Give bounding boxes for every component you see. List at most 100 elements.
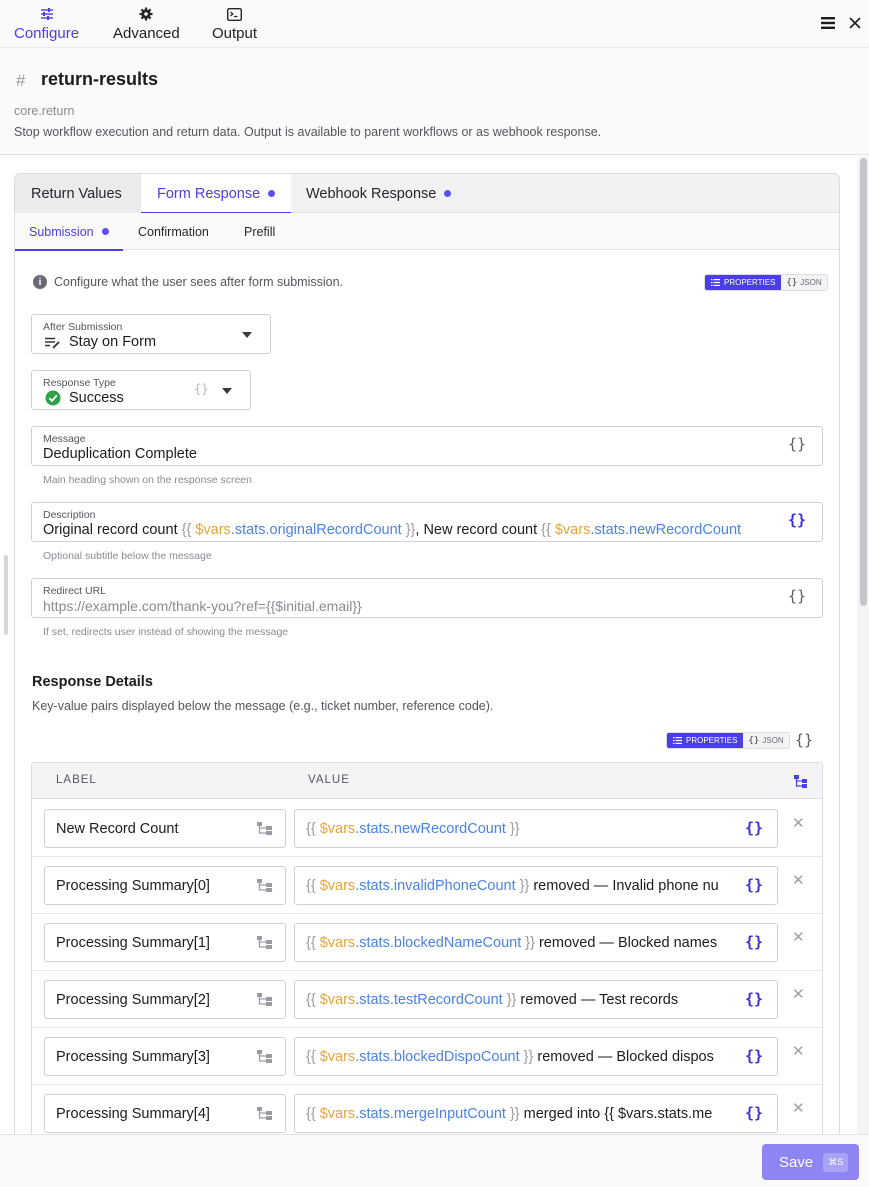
template-variable: $vars bbox=[554, 522, 591, 538]
expression-editor-icon[interactable]: {} bbox=[795, 731, 813, 749]
template-path: .stats. bbox=[355, 935, 394, 951]
template-open: {{ bbox=[306, 1106, 320, 1122]
tab-return-values[interactable]: Return Values bbox=[15, 174, 141, 213]
menu-icon[interactable] bbox=[821, 16, 835, 34]
save-button[interactable]: Save ⌘S bbox=[762, 1144, 859, 1180]
tab-confirmation-label: Confirmation bbox=[138, 224, 209, 239]
close-icon[interactable] bbox=[849, 16, 861, 34]
description-text: Original record count bbox=[43, 522, 182, 538]
row-label-input[interactable]: New Record Count bbox=[44, 809, 286, 848]
remove-row-icon[interactable]: ✕ bbox=[792, 1099, 805, 1117]
row-value-text: {{ $vars.stats.blockedDispoCount }} remo… bbox=[306, 1049, 736, 1065]
properties-label: PROPERTIES bbox=[686, 736, 738, 745]
form-edit-icon bbox=[45, 336, 60, 354]
tree-icon[interactable] bbox=[257, 993, 272, 1011]
row-label-text: Processing Summary[0] bbox=[56, 878, 210, 894]
expression-editor-icon[interactable]: {} bbox=[745, 1104, 763, 1122]
description-text: , New record count bbox=[415, 522, 542, 538]
tab-output[interactable]: Output bbox=[212, 6, 257, 42]
tab-output-label: Output bbox=[212, 25, 258, 42]
json-label: JSON bbox=[800, 278, 822, 287]
description-value[interactable]: Original record count {{ $vars.stats.ori… bbox=[43, 522, 771, 538]
row-value-input[interactable]: {{ $vars.stats.blockedNameCount }} remov… bbox=[294, 923, 778, 962]
message-value[interactable]: Deduplication Complete bbox=[43, 446, 197, 462]
redirect-url-field[interactable]: Redirect URL https://example.com/thank-y… bbox=[31, 578, 823, 618]
tab-advanced[interactable]: Advanced bbox=[113, 6, 180, 42]
remove-row-icon[interactable]: ✕ bbox=[792, 985, 805, 1003]
expression-editor-icon[interactable]: {} bbox=[745, 876, 763, 894]
node-description: Stop workflow execution and return data.… bbox=[14, 125, 602, 139]
remove-row-icon[interactable]: ✕ bbox=[792, 871, 805, 889]
gear-icon bbox=[138, 6, 154, 22]
tab-submission[interactable]: Submission bbox=[15, 213, 123, 251]
properties-view-button[interactable]: PROPERTIES bbox=[667, 733, 744, 748]
expression-editor-icon[interactable]: {} bbox=[745, 933, 763, 951]
node-title[interactable]: return-results bbox=[41, 69, 158, 90]
row-value-input[interactable]: {{ $vars.stats.blockedDispoCount }} remo… bbox=[294, 1037, 778, 1076]
template-property: blockedDispoCount bbox=[393, 1049, 520, 1065]
row-value-input[interactable]: {{ $vars.stats.testRecordCount }} remove… bbox=[294, 980, 778, 1019]
redirect-url-placeholder[interactable]: https://example.com/thank-you?ref={{$ini… bbox=[43, 598, 362, 614]
template-path: .stats. bbox=[355, 1049, 394, 1065]
active-tab-indicator bbox=[15, 249, 123, 251]
info-row: i Configure what the user sees after for… bbox=[33, 275, 343, 289]
tab-prefill[interactable]: Prefill bbox=[230, 213, 289, 250]
after-submission-select[interactable]: After Submission Stay on Form bbox=[31, 314, 271, 354]
template-variable: $vars bbox=[319, 1049, 356, 1065]
section-tab-bar: Return Values Form Response Webhook Resp… bbox=[15, 174, 839, 214]
remove-row-icon[interactable]: ✕ bbox=[792, 814, 805, 832]
resize-handle[interactable] bbox=[4, 555, 8, 635]
tree-view-icon[interactable] bbox=[794, 775, 807, 793]
tree-icon[interactable] bbox=[257, 822, 272, 840]
properties-view-button[interactable]: PROPERTIES bbox=[705, 275, 782, 290]
json-view-button[interactable]: {} JSON bbox=[781, 275, 827, 290]
message-field[interactable]: Message Deduplication Complete {} bbox=[31, 426, 823, 466]
scrollbar-thumb[interactable] bbox=[860, 158, 867, 606]
template-property: blockedNameCount bbox=[393, 935, 522, 951]
description-field[interactable]: Description Original record count {{ $va… bbox=[31, 502, 823, 542]
tree-icon[interactable] bbox=[257, 879, 272, 897]
tab-confirmation[interactable]: Confirmation bbox=[124, 213, 223, 250]
response-details-table: LABEL VALUE New Record Count{{ $vars.sta… bbox=[31, 762, 823, 1172]
row-label-input[interactable]: Processing Summary[3] bbox=[44, 1037, 286, 1076]
template-variable: $vars bbox=[319, 992, 356, 1008]
template-variable: $vars bbox=[319, 878, 356, 894]
remove-row-icon[interactable]: ✕ bbox=[792, 1042, 805, 1060]
response-type-select[interactable]: Response Type Success {} bbox=[31, 370, 251, 410]
message-hint: Main heading shown on the response scree… bbox=[43, 474, 252, 486]
tab-form-response[interactable]: Form Response bbox=[141, 174, 292, 214]
row-value-input[interactable]: {{ $vars.stats.newRecordCount }} {} bbox=[294, 809, 778, 848]
template-close: }} bbox=[519, 1049, 534, 1065]
template-path: .stats. bbox=[355, 992, 394, 1008]
template-path: .stats. bbox=[590, 522, 630, 538]
expression-editor-icon[interactable]: {} bbox=[788, 435, 806, 453]
remove-row-icon[interactable]: ✕ bbox=[792, 928, 805, 946]
tab-configure[interactable]: Configure bbox=[14, 6, 80, 50]
template-path: .stats. bbox=[355, 821, 394, 837]
tree-icon[interactable] bbox=[257, 936, 272, 954]
row-label-input[interactable]: Processing Summary[0] bbox=[44, 866, 286, 905]
row-label-input[interactable]: Processing Summary[2] bbox=[44, 980, 286, 1019]
expression-editor-icon[interactable]: {} bbox=[745, 990, 763, 1008]
chevron-down-icon bbox=[242, 332, 252, 338]
row-value-input[interactable]: {{ $vars.stats.mergeInputCount }} merged… bbox=[294, 1094, 778, 1133]
after-submission-label: After Submission bbox=[43, 321, 123, 333]
tab-webhook-response[interactable]: Webhook Response bbox=[290, 174, 467, 213]
response-type-value: Success bbox=[69, 390, 124, 406]
expression-editor-icon[interactable]: {} bbox=[788, 511, 806, 529]
expression-editor-icon[interactable]: {} bbox=[788, 587, 806, 605]
tree-icon[interactable] bbox=[257, 1050, 272, 1068]
description-label: Description bbox=[43, 509, 96, 521]
template-close: }} bbox=[502, 992, 517, 1008]
tree-icon[interactable] bbox=[257, 1107, 272, 1125]
row-label-text: Processing Summary[2] bbox=[56, 992, 210, 1008]
expression-toggle-icon[interactable]: {} bbox=[194, 382, 208, 396]
row-label-input[interactable]: Processing Summary[4] bbox=[44, 1094, 286, 1133]
row-value-input[interactable]: {{ $vars.stats.invalidPhoneCount }} remo… bbox=[294, 866, 778, 905]
json-view-button[interactable]: {} JSON bbox=[743, 733, 789, 748]
template-open: {{ bbox=[181, 522, 196, 538]
expression-editor-icon[interactable]: {} bbox=[745, 1047, 763, 1065]
expression-editor-icon[interactable]: {} bbox=[745, 819, 763, 837]
template-open: {{ bbox=[306, 992, 320, 1008]
row-label-input[interactable]: Processing Summary[1] bbox=[44, 923, 286, 962]
